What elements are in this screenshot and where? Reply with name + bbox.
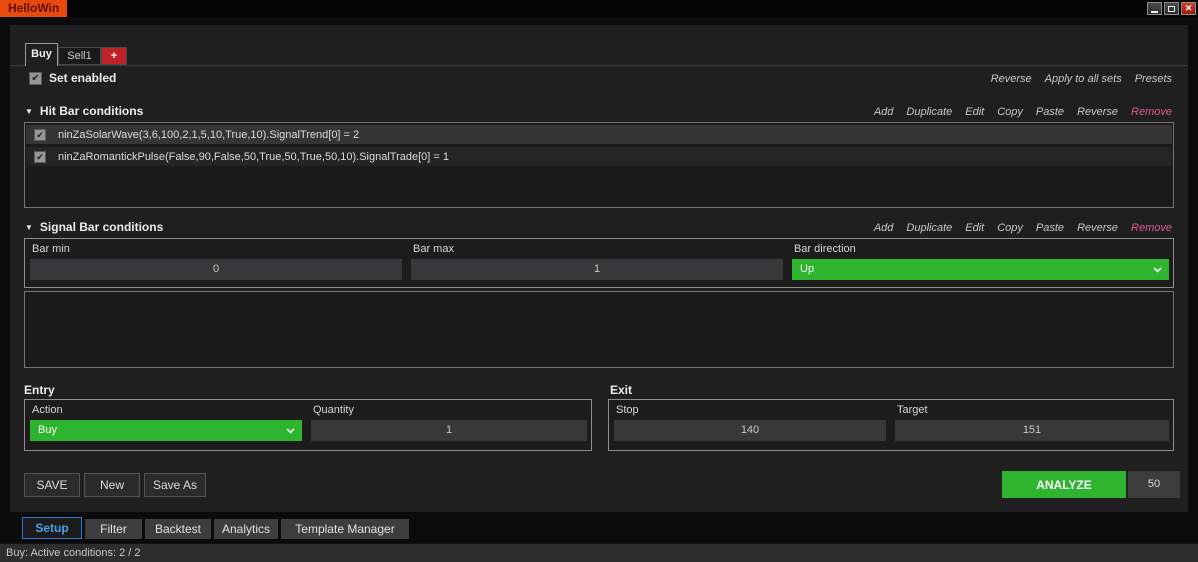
maximize-button[interactable] bbox=[1164, 2, 1179, 15]
signal-bar-fields: Bar min 0 Bar max 1 Bar direction Up bbox=[24, 238, 1174, 288]
check-icon: ✔ bbox=[36, 130, 44, 140]
signal-copy-link[interactable]: Copy bbox=[997, 222, 1023, 234]
bar-max-input[interactable]: 1 bbox=[411, 259, 783, 280]
link-presets[interactable]: Presets bbox=[1135, 73, 1172, 85]
close-button[interactable]: ✕ bbox=[1181, 2, 1196, 15]
collapse-arrow-icon[interactable]: ▼ bbox=[25, 107, 33, 116]
hit-bar-actions: Add Duplicate Edit Copy Paste Reverse Re… bbox=[874, 106, 1172, 118]
check-icon: ✔ bbox=[31, 73, 39, 84]
save-as-button[interactable]: Save As bbox=[144, 473, 206, 497]
hit-remove-link[interactable]: Remove bbox=[1131, 106, 1172, 118]
save-button[interactable]: SAVE bbox=[24, 473, 80, 497]
stop-input[interactable]: 140 bbox=[614, 420, 886, 441]
status-bar: Buy: Active conditions: 2 / 2 bbox=[0, 543, 1198, 562]
signal-bar-header: ▼ Signal Bar conditions bbox=[25, 220, 163, 234]
analyze-param-input[interactable]: 50 bbox=[1128, 471, 1180, 498]
hit-edit-link[interactable]: Edit bbox=[965, 106, 984, 118]
condition-text: ninZaRomantickPulse(False,90,False,50,Tr… bbox=[58, 151, 449, 163]
action-value: Buy bbox=[38, 424, 57, 436]
quantity-input[interactable]: 1 bbox=[311, 420, 587, 441]
tab-buy[interactable]: Buy bbox=[25, 43, 58, 66]
add-set-tab[interactable]: + bbox=[101, 47, 127, 65]
tab-backtest[interactable]: Backtest bbox=[145, 519, 211, 539]
main-panel: Buy Sell1 + ✔ Set enabled Reverse Apply … bbox=[10, 25, 1188, 512]
set-actions: Reverse Apply to all sets Presets bbox=[991, 73, 1172, 85]
target-input[interactable]: 151 bbox=[895, 420, 1169, 441]
status-text: Buy: Active conditions: 2 / 2 bbox=[6, 547, 141, 559]
entry-title: Entry bbox=[24, 383, 55, 397]
exit-title: Exit bbox=[610, 383, 632, 397]
tab-strip-divider bbox=[10, 65, 1188, 66]
window-title: HelloWin bbox=[0, 0, 67, 17]
signal-remove-link[interactable]: Remove bbox=[1131, 222, 1172, 234]
link-apply-all-sets[interactable]: Apply to all sets bbox=[1045, 73, 1122, 85]
hit-bar-condition-list: ✔ ninZaSolarWave(3,6,100,2,1,5,10,True,1… bbox=[24, 122, 1174, 208]
action-label: Action bbox=[30, 403, 302, 420]
signal-paste-link[interactable]: Paste bbox=[1036, 222, 1064, 234]
condition-checkbox[interactable]: ✔ bbox=[34, 129, 46, 141]
tab-sell1[interactable]: Sell1 bbox=[58, 47, 101, 65]
tab-template-manager[interactable]: Template Manager bbox=[281, 519, 409, 539]
window-controls: ✕ bbox=[1147, 2, 1196, 15]
condition-row[interactable]: ✔ ninZaRomantickPulse(False,90,False,50,… bbox=[26, 147, 1172, 166]
condition-row[interactable]: ✔ ninZaSolarWave(3,6,100,2,1,5,10,True,1… bbox=[26, 125, 1172, 144]
signal-duplicate-link[interactable]: Duplicate bbox=[906, 222, 952, 234]
signal-bar-actions: Add Duplicate Edit Copy Paste Reverse Re… bbox=[874, 222, 1172, 234]
bar-min-label: Bar min bbox=[30, 242, 402, 259]
bar-max-label: Bar max bbox=[411, 242, 783, 259]
condition-checkbox[interactable]: ✔ bbox=[34, 151, 46, 163]
signal-add-link[interactable]: Add bbox=[874, 222, 894, 234]
chevron-down-icon bbox=[1154, 265, 1162, 273]
bar-direction-select[interactable]: Up bbox=[792, 259, 1169, 280]
minimize-button[interactable] bbox=[1147, 2, 1162, 15]
signal-bar-condition-list bbox=[24, 291, 1174, 368]
exit-group: Stop 140 Target 151 bbox=[608, 399, 1174, 451]
hit-duplicate-link[interactable]: Duplicate bbox=[906, 106, 952, 118]
chevron-down-icon bbox=[287, 426, 295, 434]
maximize-icon bbox=[1168, 6, 1175, 12]
stop-label: Stop bbox=[614, 403, 886, 420]
signal-edit-link[interactable]: Edit bbox=[965, 222, 984, 234]
close-icon: ✕ bbox=[1185, 3, 1193, 14]
action-select[interactable]: Buy bbox=[30, 420, 302, 441]
minimize-icon bbox=[1151, 11, 1158, 13]
analyze-button[interactable]: ANALYZE bbox=[1002, 471, 1126, 498]
signal-bar-title: Signal Bar conditions bbox=[40, 220, 163, 234]
hit-bar-title: Hit Bar conditions bbox=[40, 104, 143, 118]
set-enabled-checkbox[interactable]: ✔ bbox=[29, 72, 42, 85]
hit-copy-link[interactable]: Copy bbox=[997, 106, 1023, 118]
bar-direction-label: Bar direction bbox=[792, 242, 1169, 259]
tab-analytics[interactable]: Analytics bbox=[214, 519, 278, 539]
bar-min-input[interactable]: 0 bbox=[30, 259, 402, 280]
hit-reverse-link[interactable]: Reverse bbox=[1077, 106, 1118, 118]
hit-bar-header: ▼ Hit Bar conditions bbox=[25, 104, 143, 118]
entry-group: Action Buy Quantity 1 bbox=[24, 399, 592, 451]
signal-reverse-link[interactable]: Reverse bbox=[1077, 222, 1118, 234]
check-icon: ✔ bbox=[36, 152, 44, 162]
title-bar: HelloWin ✕ bbox=[0, 0, 1198, 17]
link-reverse-set[interactable]: Reverse bbox=[991, 73, 1032, 85]
tab-setup[interactable]: Setup bbox=[22, 517, 82, 539]
set-enabled-label: Set enabled bbox=[49, 71, 116, 85]
tab-filter[interactable]: Filter bbox=[85, 519, 142, 539]
new-button[interactable]: New bbox=[84, 473, 140, 497]
hit-paste-link[interactable]: Paste bbox=[1036, 106, 1064, 118]
hit-add-link[interactable]: Add bbox=[874, 106, 894, 118]
collapse-arrow-icon[interactable]: ▼ bbox=[25, 223, 33, 232]
target-label: Target bbox=[895, 403, 1169, 420]
bar-direction-value: Up bbox=[800, 263, 814, 275]
quantity-label: Quantity bbox=[311, 403, 587, 420]
condition-text: ninZaSolarWave(3,6,100,2,1,5,10,True,10)… bbox=[58, 129, 359, 141]
